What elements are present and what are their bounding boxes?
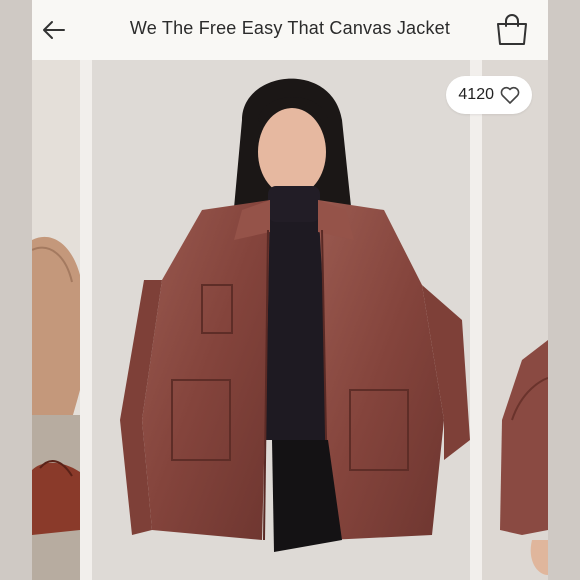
- back-button[interactable]: [38, 14, 70, 46]
- top-bar: We The Free Easy That Canvas Jacket: [32, 0, 548, 60]
- main-product-photo[interactable]: [92, 60, 470, 580]
- page-edge-right: [548, 0, 580, 580]
- like-count: 4120: [458, 86, 494, 103]
- next-photo[interactable]: [482, 60, 548, 580]
- jacket-side-photo: [482, 60, 548, 580]
- page-title: We The Free Easy That Canvas Jacket: [129, 18, 451, 38]
- leg-and-shoe-photo: [32, 60, 80, 580]
- image-carousel[interactable]: 4120: [32, 60, 548, 580]
- shopping-bag-icon: [497, 14, 527, 45]
- heart-outline-icon: [500, 86, 520, 104]
- arrow-left-icon: [43, 21, 65, 39]
- model-in-jacket-photo: [92, 60, 470, 580]
- previous-photo[interactable]: [32, 60, 80, 580]
- like-button[interactable]: 4120: [446, 76, 532, 114]
- listing-frame: We The Free Easy That Canvas Jacket 4120: [32, 0, 548, 580]
- page-edge-left: [0, 0, 32, 580]
- shopping-bag-button[interactable]: [494, 12, 530, 48]
